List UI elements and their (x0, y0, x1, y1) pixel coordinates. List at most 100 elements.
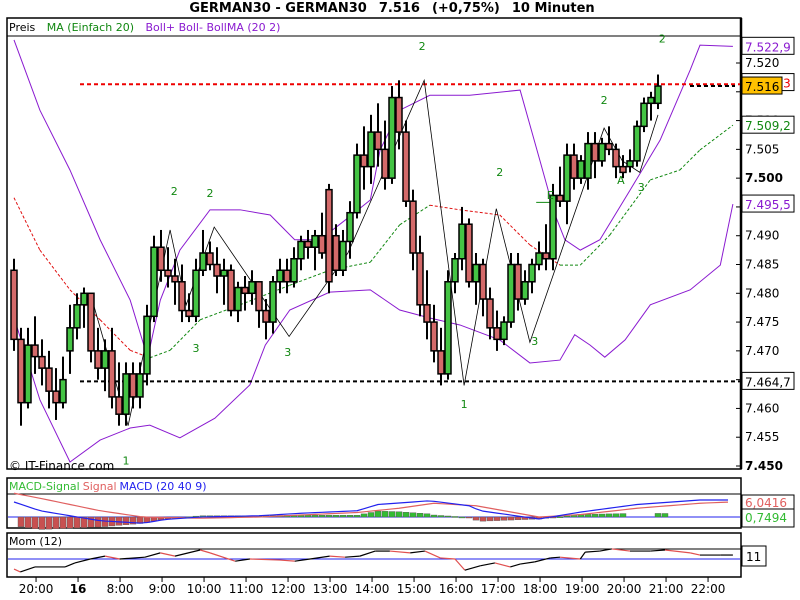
x-tick-label: 9:00 (149, 582, 176, 596)
candle-body (591, 142, 599, 162)
candle-body (101, 350, 109, 369)
candle-body (493, 327, 501, 341)
macd-histogram-bar (507, 516, 515, 521)
macd-histogram-bar (94, 516, 102, 528)
macd-histogram-bar (654, 513, 662, 518)
mom-line-segment (520, 561, 535, 565)
ma-value: 7.509,2 (745, 119, 791, 133)
legend-mom: Mom (12) (9, 535, 63, 548)
candle-body (171, 275, 179, 283)
x-tick-label: 20:00 (19, 582, 54, 596)
macd-histogram-bar (395, 511, 403, 518)
macd-histogram-bar (17, 516, 25, 527)
chart-canvas[interactable]: 7.450 7.455 7.460 7.470 7.475 7.480 7.485 7.490… (0, 0, 800, 600)
wave-label: 2 (171, 185, 178, 198)
candle-body (472, 263, 480, 283)
candle-body (213, 263, 221, 277)
macd-histogram-bar (605, 513, 613, 518)
macd-histogram-bar (493, 516, 501, 521)
candle-body (178, 281, 186, 312)
macd-histogram-bar (451, 516, 459, 518)
candle-body (199, 252, 207, 272)
candle-body (262, 309, 270, 323)
chart-window: GERMAN30 - GERMAN30 7.516 (+0,75%) 10 Minut… (0, 0, 800, 600)
macd-histogram-bar (437, 515, 445, 518)
candle-body (367, 131, 375, 168)
mom-line-segment (20, 566, 36, 573)
mom-line-segment (174, 549, 201, 557)
wave-label: 3 (284, 346, 291, 359)
wave-label: E (547, 189, 554, 202)
y-tick-label: 7.500 (745, 171, 783, 185)
macd-histogram-bar (584, 514, 592, 518)
candle-body (129, 373, 137, 398)
candle-body (654, 85, 662, 105)
mom-line-segment (144, 552, 161, 558)
x-tick-label: 13:00 (313, 582, 348, 596)
candle-body (612, 148, 620, 168)
ma-line-segment (13, 197, 41, 251)
wave-label: 2 (207, 187, 214, 200)
macd-histogram-bar (381, 511, 389, 518)
mom-line-segment (389, 550, 411, 554)
macd-legend: MACD-Signal Signal MACD (20 40 9) (9, 480, 215, 493)
mom-line-segment (13, 568, 21, 573)
macd-histogram-bar (465, 516, 473, 519)
mom-line-segment (359, 550, 376, 557)
ma-line-segment (699, 124, 734, 151)
wave-label: 3 (193, 342, 200, 355)
candle-body (500, 321, 508, 341)
candle-body (206, 252, 214, 266)
macd-histogram-bar (591, 513, 599, 518)
legend-boll: Boll+ Boll- BollMA (20 2) (145, 21, 281, 34)
candle-body (374, 131, 382, 151)
candle-body (633, 125, 641, 162)
macd-histogram-bar (332, 515, 340, 518)
candle-body (290, 257, 298, 283)
candle-body (479, 263, 487, 300)
candle-body (598, 142, 606, 162)
macd-histogram-bar (73, 516, 81, 529)
macd-histogram-bar (563, 515, 571, 518)
candle-body (136, 373, 144, 398)
mom-line-segment (160, 552, 176, 557)
macd-histogram-bar (612, 513, 620, 518)
current-price-value: 7.516 (745, 80, 779, 94)
macd-histogram-bar (409, 512, 417, 518)
macd-histogram-bar (52, 516, 60, 530)
boll-upper-value: 7.522,9 (745, 40, 791, 54)
candle-body (486, 298, 494, 329)
x-tick-label: 11:00 (229, 582, 264, 596)
candle-body (626, 160, 634, 168)
bollinger-lower-line (14, 203, 734, 463)
candle-body (276, 269, 284, 283)
x-tick-label: 16:00 (439, 582, 474, 596)
wave-label: 2 (419, 40, 426, 53)
x-tick-label: 15:00 (397, 582, 432, 596)
wave-label: A (617, 174, 625, 187)
y-tick-label: 7.455 (745, 430, 779, 444)
candle-body (402, 131, 410, 202)
candle-body (521, 281, 529, 300)
candle-body (66, 327, 74, 352)
candle-body (59, 378, 67, 404)
candle-body (318, 234, 326, 254)
candle-body (570, 154, 578, 179)
x-tick-label: 10:00 (187, 582, 222, 596)
macd-histogram-bar (619, 513, 627, 518)
boll-lower-value: 7.495,5 (745, 198, 791, 212)
y-tick-label: 7.460 (745, 401, 779, 415)
macd-histogram-bar (486, 516, 494, 522)
ma-line-segment (429, 204, 460, 211)
candle-body (38, 355, 46, 369)
mom-line-segment (200, 549, 211, 554)
candle-body (605, 142, 613, 151)
candle-body (10, 269, 18, 341)
candle-body (304, 240, 312, 248)
macd-histogram-bar (318, 515, 326, 518)
candle-body (451, 257, 459, 283)
mom-line-segment (424, 550, 441, 559)
candle-body (122, 373, 130, 415)
candle-body (311, 234, 319, 248)
macd-histogram-bar (458, 516, 466, 519)
